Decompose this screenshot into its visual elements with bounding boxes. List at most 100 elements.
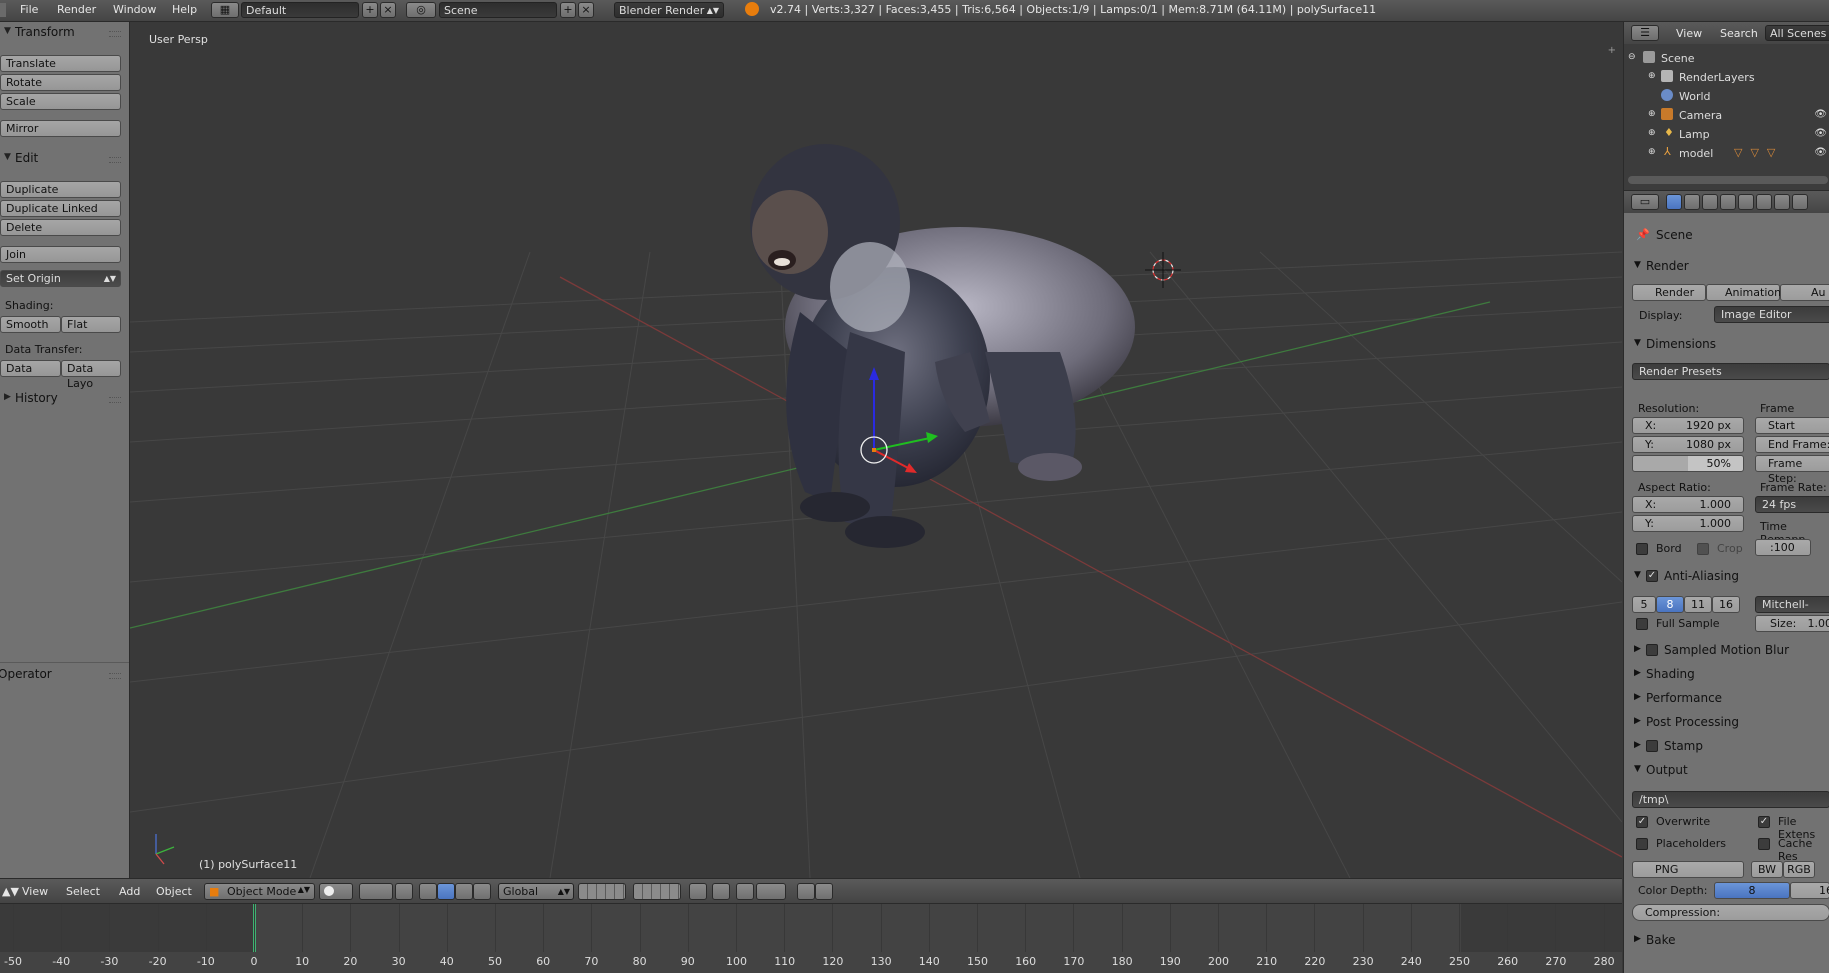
render-engine-dropdown[interactable]: Blender Render ▲▼ <box>614 2 724 18</box>
outliner-item-scene[interactable]: ⊖ Scene <box>1624 50 1829 69</box>
drag-grip-icon[interactable] <box>109 157 121 163</box>
render-panel-header[interactable]: ▼ Render <box>1632 257 1829 277</box>
aa-samples-11[interactable]: 11 <box>1684 596 1712 613</box>
frame-step-field[interactable]: Frame Step: <box>1755 455 1829 485</box>
data-button[interactable]: Data <box>0 360 61 377</box>
viewport-shading-dropdown[interactable] <box>319 883 353 900</box>
scale-manipulator-icon[interactable] <box>473 883 491 900</box>
menu-object[interactable]: Object <box>156 885 192 898</box>
display-dropdown[interactable]: Image Editor <box>1714 306 1829 323</box>
expand-icon[interactable]: ⊕ <box>1648 147 1656 157</box>
smooth-button[interactable]: Smooth <box>0 316 61 333</box>
post-processing-panel-header[interactable]: ▶ Post Processing <box>1632 713 1829 733</box>
color-depth-8-button[interactable]: 8 <box>1714 882 1790 899</box>
3d-viewport[interactable]: User Persp (1) polySurface11 + <box>130 22 1622 878</box>
menu-search[interactable]: Search <box>1720 27 1758 40</box>
pin-icon[interactable]: 📌 <box>1636 228 1650 241</box>
snap-element-dropdown[interactable] <box>756 883 786 900</box>
end-frame-field[interactable]: End Frame: <box>1755 436 1829 453</box>
opengl-render-image-icon[interactable] <box>797 883 815 900</box>
set-origin-dropdown[interactable]: Set Origin ▲▼ <box>0 270 121 287</box>
aa-filter-dropdown[interactable]: Mitchell-Netra <box>1755 596 1829 626</box>
aa-samples-5[interactable]: 5 <box>1632 596 1656 613</box>
cache-result-checkbox[interactable] <box>1758 838 1770 850</box>
history-panel-header[interactable]: ▶ History <box>0 390 129 408</box>
aspect-y-field[interactable]: Y: 1.000 <box>1632 515 1744 532</box>
scene-icon[interactable]: ◎ <box>406 2 436 18</box>
dimensions-panel-header[interactable]: ▼ Dimensions <box>1632 335 1829 355</box>
outliner-item-model[interactable]: ⊕ ⅄ model ▽▽▽ 👁 <box>1624 145 1829 164</box>
eye-icon[interactable]: 👁 <box>1814 147 1827 158</box>
modifiers-tab-icon[interactable] <box>1774 194 1790 210</box>
resolution-percentage-slider[interactable]: 50% <box>1632 455 1744 472</box>
audio-button[interactable]: Au <box>1780 284 1829 301</box>
file-format-dropdown[interactable]: PNG <box>1632 861 1744 878</box>
aspect-x-field[interactable]: X: 1.000 <box>1632 496 1744 513</box>
render-tab-icon[interactable] <box>1666 194 1682 210</box>
scene-tab-icon[interactable] <box>1702 194 1718 210</box>
render-presets-dropdown[interactable]: Render Presets <box>1632 363 1829 380</box>
menu-render[interactable]: Render <box>57 3 96 16</box>
drag-grip-icon[interactable] <box>109 673 121 679</box>
screen-layout-icon[interactable]: ▦ <box>211 2 239 18</box>
expand-icon[interactable]: ⊕ <box>1648 128 1656 138</box>
drag-grip-icon[interactable] <box>109 397 121 403</box>
rgb-button[interactable]: RGB <box>1783 861 1815 878</box>
render-button[interactable]: Render <box>1632 284 1706 301</box>
full-sample-checkbox[interactable] <box>1636 618 1648 630</box>
pivot-point-dropdown[interactable] <box>359 883 393 900</box>
bake-panel-header[interactable]: ▶ Bake <box>1632 931 1829 951</box>
object-tab-icon[interactable] <box>1738 194 1754 210</box>
proportional-edit-icon[interactable] <box>712 883 730 900</box>
gorilla-model[interactable] <box>750 144 1135 548</box>
translate-manipulator-icon[interactable] <box>437 883 455 900</box>
opengl-render-animation-icon[interactable] <box>815 883 833 900</box>
editor-type-icon[interactable] <box>0 3 6 17</box>
mirror-button[interactable]: Mirror <box>0 120 121 137</box>
region-expand-icon[interactable]: + <box>1608 45 1616 56</box>
menu-window[interactable]: Window <box>113 3 156 16</box>
frame-rate-dropdown[interactable]: 24 fps <box>1755 496 1829 513</box>
lock-layers-icon[interactable] <box>689 883 707 900</box>
outliner-item-world[interactable]: World <box>1624 88 1829 107</box>
operator-panel-header[interactable]: Operator <box>0 666 129 684</box>
world-tab-icon[interactable] <box>1720 194 1736 210</box>
motion-blur-panel-header[interactable]: ▶ Sampled Motion Blur <box>1632 641 1829 661</box>
transform-orientation-dropdown[interactable]: Global ▲▼ <box>498 883 574 900</box>
layer-buttons-group1[interactable] <box>578 883 626 900</box>
remove-scene-button[interactable]: × <box>578 2 594 18</box>
placeholders-checkbox[interactable] <box>1636 838 1648 850</box>
translate-button[interactable]: Translate <box>0 55 121 72</box>
timeline-editor[interactable]: -50 -40 -30 -20 -10 0 10 20 30 40 50 60 70 80 90 100 110… <box>0 903 1622 973</box>
layer-buttons-group2[interactable] <box>633 883 681 900</box>
render-layers-tab-icon[interactable] <box>1684 194 1700 210</box>
horizontal-scrollbar[interactable] <box>1628 176 1828 184</box>
menu-help[interactable]: Help <box>172 3 197 16</box>
layout-field[interactable]: Default <box>241 2 359 18</box>
compression-slider[interactable]: Compression: <box>1632 904 1829 921</box>
menu-select[interactable]: Select <box>66 885 100 898</box>
snap-toggle-icon[interactable] <box>736 883 754 900</box>
animation-button[interactable]: Animation <box>1706 284 1781 301</box>
start-frame-field[interactable]: Start Frame: <box>1755 417 1829 447</box>
menu-view[interactable]: View <box>1676 27 1702 40</box>
duplicate-button[interactable]: Duplicate <box>0 181 121 198</box>
editor-type-icon[interactable]: ☰ <box>1631 25 1659 41</box>
add-layout-button[interactable]: + <box>362 2 378 18</box>
flat-button[interactable]: Flat <box>61 316 121 333</box>
resolution-x-field[interactable]: X: 1920 px <box>1632 417 1744 434</box>
rotate-manipulator-icon[interactable] <box>455 883 473 900</box>
rotate-button[interactable]: Rotate <box>0 74 121 91</box>
anti-aliasing-panel-header[interactable]: ▼ ✓ Anti-Aliasing <box>1632 567 1829 587</box>
edit-panel-header[interactable]: ▼ Edit <box>0 150 129 168</box>
expand-icon[interactable]: ⊕ <box>1648 109 1656 119</box>
menu-file[interactable]: File <box>20 3 38 16</box>
time-remap-old-field[interactable]: :100 <box>1755 539 1811 556</box>
outliner-item-renderlayers[interactable]: ⊕ RenderLayers <box>1624 69 1829 88</box>
add-scene-button[interactable]: + <box>560 2 576 18</box>
drag-grip-icon[interactable] <box>109 31 121 37</box>
eye-icon[interactable]: 👁 <box>1814 128 1827 139</box>
menu-view[interactable]: View <box>22 885 48 898</box>
output-path-field[interactable]: /tmp\ <box>1632 791 1829 808</box>
manipulator-toggle-icon[interactable] <box>419 883 437 900</box>
